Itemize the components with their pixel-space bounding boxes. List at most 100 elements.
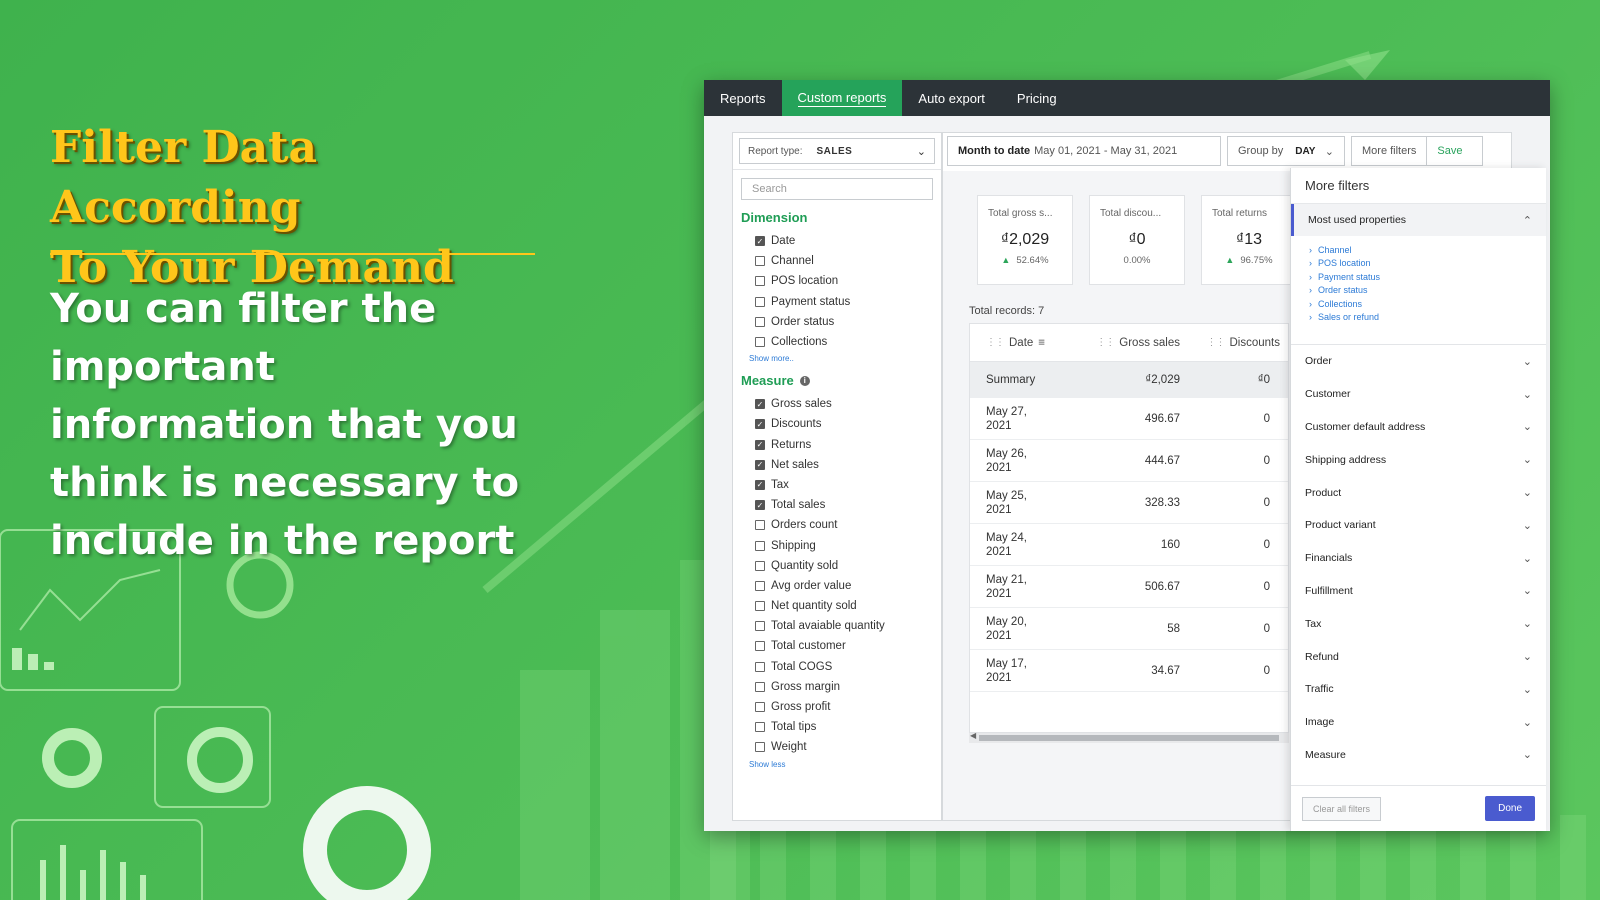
- checkbox-checked-icon[interactable]: ✓: [755, 459, 765, 470]
- tab-label: Custom reports: [797, 89, 887, 107]
- filter-section-toggle[interactable]: Customer ⌄: [1291, 378, 1546, 411]
- checkbox-icon[interactable]: [755, 580, 765, 591]
- filter-section-toggle[interactable]: Order ⌄: [1291, 345, 1546, 378]
- measure-option[interactable]: ✓ Returns: [733, 435, 941, 455]
- most-used-list: › Channel › POS location › Payment status › Ord…: [1291, 236, 1546, 338]
- checkbox-icon[interactable]: [755, 256, 765, 267]
- filter-section-toggle[interactable]: Product ⌄: [1291, 476, 1546, 509]
- measure-option[interactable]: Avg order value: [733, 576, 941, 596]
- most-used-link[interactable]: › Collections: [1309, 297, 1546, 311]
- checkbox-icon[interactable]: [755, 661, 765, 672]
- most-used-properties-toggle[interactable]: Most used properties ⌃: [1291, 204, 1546, 236]
- search-input[interactable]: Search: [741, 178, 933, 200]
- column-discounts[interactable]: ⋮⋮ Discounts: [1180, 337, 1281, 349]
- table-row: May 21, 2021 506.67 0: [970, 566, 1288, 608]
- sort-icon[interactable]: ≡: [1038, 336, 1045, 350]
- checkbox-checked-icon[interactable]: ✓: [755, 439, 765, 450]
- save-button[interactable]: Save: [1426, 137, 1462, 165]
- scrollbar-thumb[interactable]: [979, 735, 1279, 741]
- filter-section-toggle[interactable]: Shipping address ⌄: [1291, 443, 1546, 476]
- filter-section-toggle[interactable]: Refund ⌄: [1291, 640, 1546, 673]
- date-range-picker[interactable]: Month to date May 01, 2021 - May 31, 202…: [947, 136, 1221, 166]
- checkbox-icon[interactable]: [755, 316, 765, 327]
- done-button[interactable]: Done: [1485, 796, 1535, 821]
- most-used-link[interactable]: › POS location: [1309, 257, 1546, 271]
- checkbox-icon[interactable]: [755, 337, 765, 348]
- checkbox-icon[interactable]: [755, 702, 765, 713]
- section-label: Image: [1305, 716, 1335, 729]
- measure-option[interactable]: Shipping: [733, 535, 941, 555]
- dimension-option[interactable]: Channel: [733, 251, 941, 271]
- report-type-select[interactable]: Report type: SALES ⌄: [739, 138, 935, 164]
- checkbox-icon[interactable]: [755, 722, 765, 733]
- most-used-link[interactable]: › Sales or refund: [1309, 311, 1546, 325]
- clear-all-filters-button[interactable]: Clear all filters: [1302, 796, 1382, 821]
- checkbox-checked-icon[interactable]: ✓: [755, 500, 765, 511]
- filter-section-toggle[interactable]: Measure ⌄: [1291, 739, 1546, 772]
- measure-option[interactable]: ✓ Discounts: [733, 414, 941, 434]
- column-gross-sales[interactable]: ⋮⋮ Gross sales: [1080, 337, 1180, 349]
- drag-handle-icon[interactable]: ⋮⋮: [1096, 337, 1115, 348]
- dimension-option[interactable]: Order status: [733, 312, 941, 332]
- filter-section-toggle[interactable]: Fulfillment ⌄: [1291, 575, 1546, 608]
- drag-handle-icon[interactable]: ⋮⋮: [986, 336, 1005, 350]
- checkbox-icon[interactable]: [755, 520, 765, 531]
- checkbox-icon[interactable]: [755, 742, 765, 753]
- measure-option[interactable]: Gross margin: [733, 677, 941, 697]
- measure-option[interactable]: Net quantity sold: [733, 596, 941, 616]
- measure-option[interactable]: Total customer: [733, 636, 941, 656]
- checkbox-checked-icon[interactable]: ✓: [755, 399, 765, 410]
- checkbox-icon[interactable]: [755, 560, 765, 571]
- horizontal-scrollbar[interactable]: ◀: [969, 731, 1289, 743]
- dimension-option[interactable]: Payment status: [733, 292, 941, 312]
- dimension-option[interactable]: Collections: [733, 332, 941, 352]
- measure-option[interactable]: Orders count: [733, 515, 941, 535]
- checkbox-checked-icon[interactable]: ✓: [755, 419, 765, 430]
- info-icon[interactable]: i: [799, 375, 810, 386]
- tab-auto-export[interactable]: Auto export: [902, 80, 1001, 116]
- most-used-link[interactable]: › Channel: [1309, 243, 1546, 257]
- date-line: May 26,: [986, 447, 1027, 460]
- tab-custom-reports[interactable]: Custom reports: [781, 80, 903, 116]
- checkbox-icon[interactable]: [755, 601, 765, 612]
- measure-option[interactable]: Gross profit: [733, 697, 941, 717]
- checkbox-icon[interactable]: [755, 641, 765, 652]
- measure-option[interactable]: ✓ Tax: [733, 475, 941, 495]
- measure-option[interactable]: ✓ Gross sales: [733, 394, 941, 414]
- dimension-option[interactable]: POS location: [733, 271, 941, 291]
- checkbox-icon[interactable]: [755, 276, 765, 287]
- scroll-left-icon[interactable]: ◀: [970, 731, 976, 740]
- measure-option[interactable]: ✓ Total sales: [733, 495, 941, 515]
- filter-section-toggle[interactable]: Tax ⌄: [1291, 607, 1546, 640]
- measure-option[interactable]: ✓ Net sales: [733, 455, 941, 475]
- show-less-link[interactable]: Show less: [733, 760, 941, 769]
- column-date[interactable]: ⋮⋮ Date ≡: [970, 336, 1080, 350]
- kpi-value: ₫2,029: [1000, 231, 1050, 248]
- drag-handle-icon[interactable]: ⋮⋮: [1207, 337, 1226, 348]
- checkbox-icon[interactable]: [755, 681, 765, 692]
- measure-option[interactable]: Weight: [733, 737, 941, 757]
- dimension-option[interactable]: ✓ Date: [733, 231, 941, 251]
- chevron-down-icon: ⌄: [1522, 749, 1532, 762]
- checkbox-icon[interactable]: [755, 296, 765, 307]
- checkbox-checked-icon[interactable]: ✓: [755, 479, 765, 490]
- measure-option[interactable]: Total tips: [733, 717, 941, 737]
- most-used-link[interactable]: › Order status: [1309, 284, 1546, 298]
- most-used-link[interactable]: › Payment status: [1309, 270, 1546, 284]
- measure-option[interactable]: Total COGS: [733, 657, 941, 677]
- filter-section-toggle[interactable]: Customer default address ⌄: [1291, 411, 1546, 444]
- filter-section-toggle[interactable]: Financials ⌄: [1291, 542, 1546, 575]
- more-filters-button[interactable]: More filters: [1362, 145, 1416, 157]
- filter-section-toggle[interactable]: Traffic ⌄: [1291, 673, 1546, 706]
- measure-option[interactable]: Total avaiable quantity: [733, 616, 941, 636]
- show-more-link[interactable]: Show more..: [733, 354, 941, 363]
- checkbox-icon[interactable]: [755, 540, 765, 551]
- tab-pricing[interactable]: Pricing: [1001, 80, 1073, 116]
- checkbox-checked-icon[interactable]: ✓: [755, 236, 765, 247]
- group-by-select[interactable]: Group by DAY ⌄: [1227, 136, 1345, 166]
- checkbox-icon[interactable]: [755, 621, 765, 632]
- filter-section-toggle[interactable]: Image ⌄: [1291, 706, 1546, 739]
- filter-section-toggle[interactable]: Product variant ⌄: [1291, 509, 1546, 542]
- tab-reports[interactable]: Reports: [704, 80, 782, 116]
- measure-option[interactable]: Quantity sold: [733, 556, 941, 576]
